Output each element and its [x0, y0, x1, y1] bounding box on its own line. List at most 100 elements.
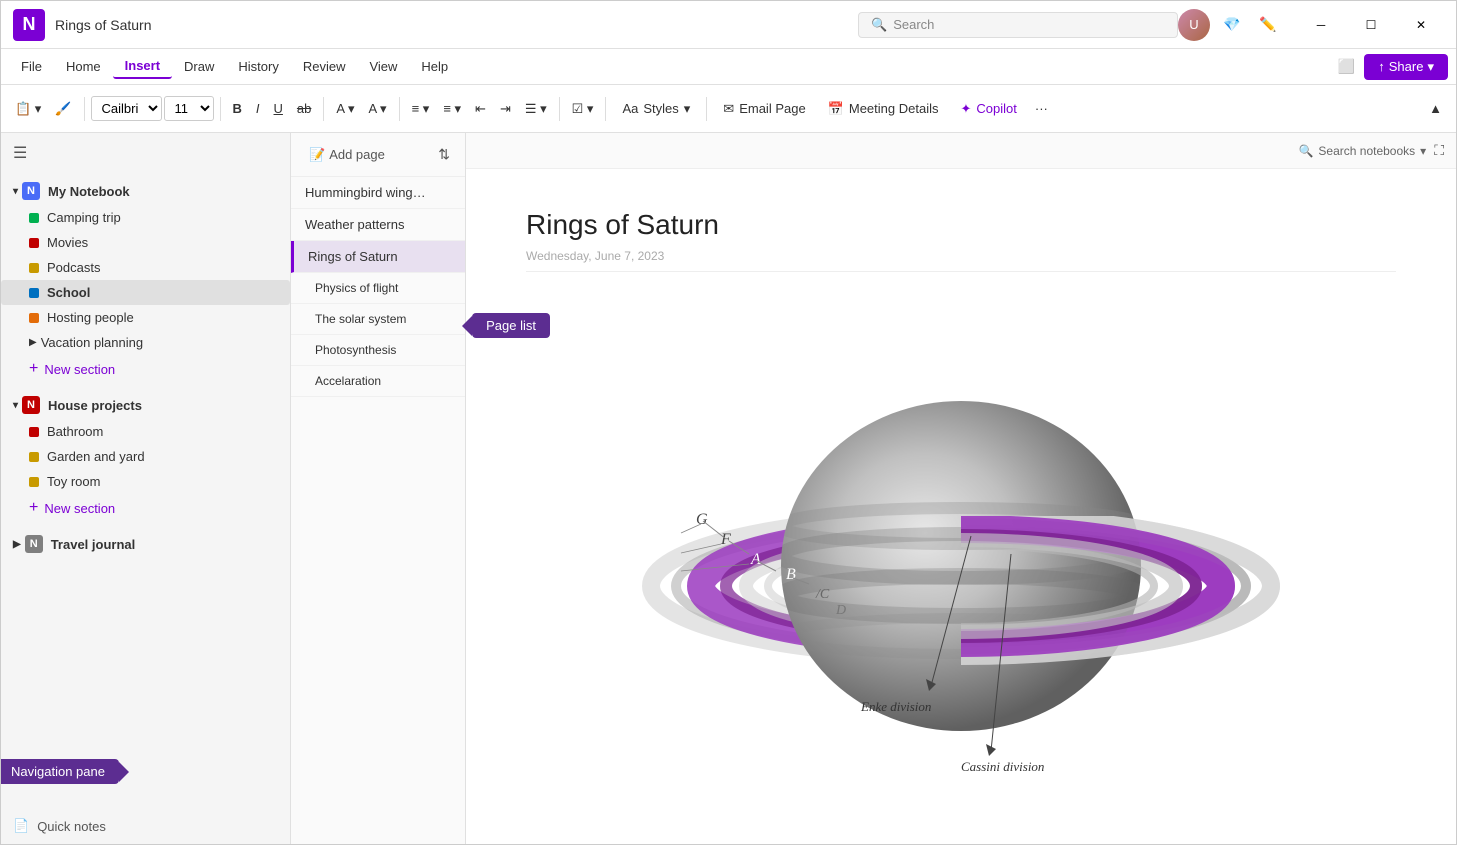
notebook-travel-journal: ▶ N Travel journal: [1, 526, 290, 562]
menu-draw[interactable]: Draw: [172, 55, 226, 78]
add-page-label: Add page: [329, 147, 385, 162]
menu-insert[interactable]: Insert: [113, 54, 172, 79]
format-painter-button[interactable]: 🖌️: [49, 97, 77, 121]
section-label-hosting: Hosting people: [47, 310, 134, 325]
section-dot-camping: [29, 213, 39, 223]
section-label-camping: Camping trip: [47, 210, 121, 225]
menu-file[interactable]: File: [9, 55, 54, 78]
notebook-header-house-projects[interactable]: ▾ N House projects: [1, 391, 290, 419]
navigation-pane-label: Navigation pane: [1, 759, 119, 784]
section-arrow-vacation: ▶: [29, 337, 37, 348]
c-ring-label: /C: [815, 587, 830, 602]
section-garden[interactable]: Garden and yard: [1, 444, 290, 469]
email-icon: ✉: [723, 101, 734, 117]
collapse-button[interactable]: ▲: [1423, 97, 1448, 120]
section-dot-hosting: [29, 313, 39, 323]
toolbar-separator-6: [605, 97, 606, 121]
quick-notes-icon: 📄: [13, 818, 29, 834]
share-button[interactable]: ↑ Share ▾: [1364, 54, 1448, 80]
section-toy-room[interactable]: Toy room: [1, 469, 290, 494]
note-date: Wednesday, June 7, 2023: [526, 249, 1396, 272]
section-camping-trip[interactable]: Camping trip: [1, 205, 290, 230]
avatar[interactable]: U: [1178, 9, 1210, 41]
section-hosting-people[interactable]: Hosting people: [1, 305, 290, 330]
indent-button[interactable]: ⇥: [494, 97, 517, 121]
font-color-button[interactable]: A ▾: [362, 97, 392, 121]
new-section-label-house: New section: [44, 501, 115, 516]
section-label-podcasts: Podcasts: [47, 260, 100, 275]
notebook-header-travel[interactable]: ▶ N Travel journal: [1, 530, 290, 558]
styles-chevron: ▾: [684, 101, 691, 117]
page-hummingbird[interactable]: Hummingbird wing…: [291, 177, 465, 209]
outdent-button[interactable]: ⇤: [469, 97, 492, 121]
menu-view[interactable]: View: [357, 55, 409, 78]
section-dot-toyroom: [29, 477, 39, 487]
page-accelaration[interactable]: Accelaration: [291, 366, 465, 397]
meeting-details-button[interactable]: 📅 Meeting Details: [818, 97, 949, 121]
add-page-icon: 📝: [309, 147, 325, 163]
page-list-label: Page list: [472, 313, 550, 338]
section-podcasts[interactable]: Podcasts: [1, 255, 290, 280]
page-rings-of-saturn[interactable]: Rings of Saturn: [291, 241, 465, 273]
expand-note-button[interactable]: ⛶: [1434, 142, 1444, 159]
section-vacation-planning[interactable]: ▶ Vacation planning: [1, 330, 290, 355]
section-label-toyroom: Toy room: [47, 474, 100, 489]
new-section-my-notebook[interactable]: + New section: [1, 355, 290, 383]
f-ring-label: F: [720, 531, 731, 548]
menu-history[interactable]: History: [226, 55, 290, 78]
highlight-button[interactable]: A ▾: [330, 97, 360, 121]
notebook-name-travel: Travel journal: [51, 537, 136, 552]
page-physics-of-flight[interactable]: Physics of flight: [291, 273, 465, 304]
bold-button[interactable]: B: [227, 97, 248, 120]
notebook-arrow-house: ▾: [13, 400, 18, 411]
section-movies[interactable]: Movies: [1, 230, 290, 255]
search-placeholder: Search: [893, 17, 934, 32]
menu-help[interactable]: Help: [409, 55, 460, 78]
font-family-select[interactable]: Cailbri: [91, 96, 162, 121]
diamond-icon[interactable]: 💎: [1218, 11, 1246, 39]
numbering-button[interactable]: ≡ ▾: [437, 97, 467, 121]
maximize-button[interactable]: ☐: [1348, 9, 1394, 41]
menu-review[interactable]: Review: [291, 55, 358, 78]
page-solar-system[interactable]: The solar system: [291, 304, 465, 335]
email-page-button[interactable]: ✉ Email Page: [713, 97, 815, 121]
section-label-movies: Movies: [47, 235, 88, 250]
sort-button[interactable]: ⇅: [435, 143, 453, 166]
more-button[interactable]: ···: [1029, 97, 1054, 120]
quick-notes-button[interactable]: 📄 Quick notes: [1, 808, 290, 844]
strikethrough-button[interactable]: ab: [291, 97, 317, 120]
hamburger-button[interactable]: ☰: [1, 133, 290, 173]
notebook-header-my-notebook[interactable]: ▾ N My Notebook: [1, 177, 290, 205]
styles-button[interactable]: Aa Styles ▾: [612, 97, 700, 121]
section-label-bathroom: Bathroom: [47, 424, 103, 439]
checkbox-button[interactable]: ☑ ▾: [566, 97, 600, 121]
edit-icon[interactable]: ✏️: [1254, 11, 1282, 39]
d-ring-label: D: [835, 603, 846, 618]
italic-button[interactable]: I: [250, 97, 266, 120]
menu-home[interactable]: Home: [54, 55, 113, 78]
section-label-garden: Garden and yard: [47, 449, 145, 464]
minimize-button[interactable]: ─: [1298, 9, 1344, 41]
search-notebooks-button[interactable]: 🔍 Search notebooks ▾: [1298, 144, 1426, 158]
title-search[interactable]: 🔍 Search: [858, 12, 1178, 38]
new-section-house[interactable]: + New section: [1, 494, 290, 522]
title-bar-right: U 💎 ✏️ ─ ☐ ✕: [1178, 9, 1444, 41]
notebook-icon-my-notebook: N: [22, 182, 40, 200]
bullets-button[interactable]: ≡ ▾: [406, 97, 436, 121]
section-label-school: School: [47, 285, 90, 300]
close-button[interactable]: ✕: [1398, 9, 1444, 41]
paste-button[interactable]: 📋 ▾: [9, 97, 47, 121]
page-photosynthesis[interactable]: Photosynthesis: [291, 335, 465, 366]
search-icon: 🔍: [871, 17, 887, 33]
section-bathroom[interactable]: Bathroom: [1, 419, 290, 444]
add-page-button[interactable]: 📝 Add page: [303, 144, 391, 166]
note-content[interactable]: Rings of Saturn Wednesday, June 7, 2023: [466, 169, 1456, 844]
section-school[interactable]: School: [1, 280, 290, 305]
font-size-select[interactable]: 11: [164, 96, 214, 121]
align-button[interactable]: ☰ ▾: [519, 97, 553, 121]
page-weather[interactable]: Weather patterns: [291, 209, 465, 241]
underline-button[interactable]: U: [268, 97, 289, 120]
copilot-button[interactable]: ✦ Copilot: [950, 97, 1026, 121]
window-controls: ─ ☐ ✕: [1298, 9, 1444, 41]
layout-icon[interactable]: ⬜: [1332, 53, 1360, 81]
